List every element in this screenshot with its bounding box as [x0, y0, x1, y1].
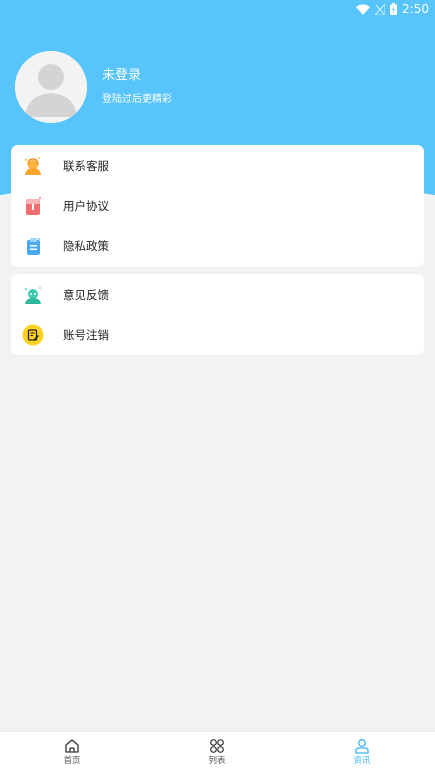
- menu-item-customer-service[interactable]: 联系客服: [11, 146, 424, 186]
- avatar[interactable]: [15, 51, 87, 123]
- user-agreement-icon: [22, 195, 44, 217]
- menu-item-account-cancel[interactable]: 账号注销: [11, 315, 424, 355]
- menu-group-general: 联系客服 用户协议 隐私政策: [11, 145, 424, 267]
- nav-label: 首页: [63, 756, 81, 766]
- menu-item-label: 账号注销: [63, 328, 109, 342]
- privacy-policy-icon: [22, 235, 44, 257]
- customer-service-icon: [22, 155, 44, 177]
- nav-item-list[interactable]: 列表: [187, 738, 247, 772]
- feedback-icon: [22, 284, 44, 306]
- login-status-subtitle: 登陆过后更精彩: [102, 94, 172, 105]
- status-time: 2:50: [402, 2, 429, 16]
- menu-item-user-agreement[interactable]: 用户协议: [11, 186, 424, 226]
- status-bar: 2:50: [0, 0, 435, 18]
- menu-item-label: 意见反馈: [63, 288, 109, 302]
- menu-item-feedback[interactable]: 意见反馈: [11, 275, 424, 315]
- grid-icon: [210, 739, 224, 753]
- account-cancel-icon: [22, 324, 44, 346]
- signal-icon: [373, 0, 386, 19]
- person-icon: [355, 739, 369, 754]
- nav-item-home[interactable]: 首页: [42, 738, 102, 772]
- login-status-title[interactable]: 未登录: [102, 67, 141, 85]
- nav-label: 列表: [208, 756, 226, 766]
- default-avatar-icon: [15, 51, 87, 123]
- bottom-navigation: 首页 列表 资讯: [0, 731, 435, 774]
- battery-icon: [390, 0, 398, 19]
- wifi-icon: [356, 0, 371, 19]
- menu-group-account: 意见反馈 账号注销: [11, 274, 424, 355]
- menu-item-label: 用户协议: [63, 199, 109, 213]
- menu-item-label: 隐私政策: [63, 239, 109, 253]
- nav-item-news[interactable]: 资讯: [332, 738, 392, 772]
- menu-item-privacy-policy[interactable]: 隐私政策: [11, 226, 424, 266]
- home-icon: [65, 739, 79, 753]
- nav-label: 资讯: [353, 756, 371, 766]
- status-icons: 2:50: [356, 1, 429, 17]
- menu-item-label: 联系客服: [63, 159, 109, 173]
